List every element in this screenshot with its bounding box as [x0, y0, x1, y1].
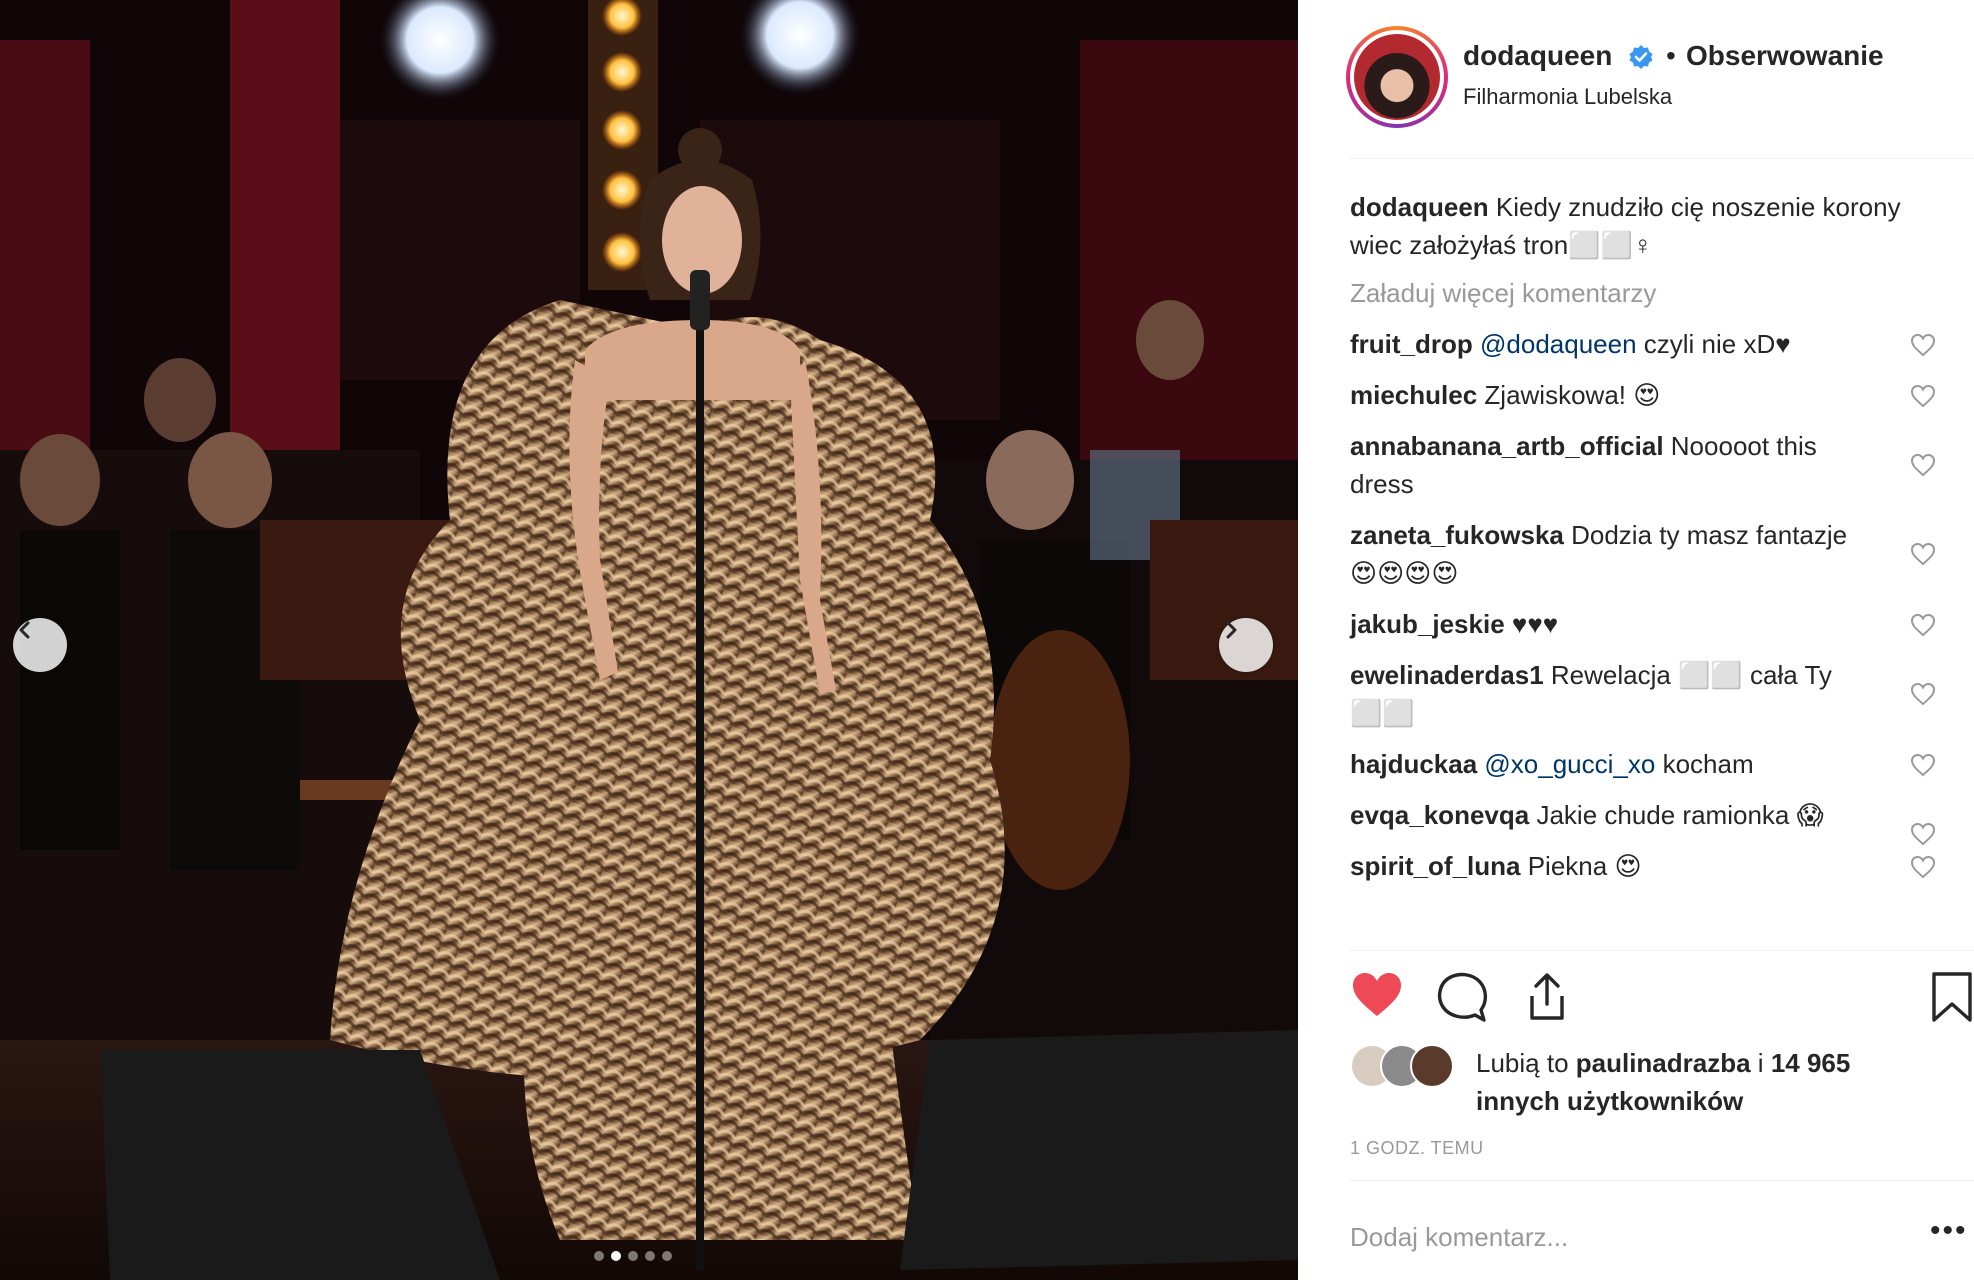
load-more-comments-button[interactable]: Załaduj więcej komentarzy	[1350, 278, 1930, 309]
following-button[interactable]: Obserwowanie	[1686, 40, 1884, 72]
comment-text: Jakie chude ramionka 😱	[1536, 800, 1824, 830]
post-timestamp[interactable]: 1 GODZ. TEMU	[1350, 1138, 1484, 1159]
heart-outline-icon[interactable]	[1910, 542, 1936, 566]
heart-icon[interactable]	[1350, 970, 1404, 1020]
comment-username[interactable]: annabanana_artb_official	[1350, 431, 1664, 461]
carousel-dot	[662, 1251, 672, 1261]
username-link[interactable]: dodaqueen	[1463, 40, 1612, 72]
divider	[1350, 950, 1974, 951]
avatar[interactable]	[1346, 26, 1448, 128]
heart-outline-icon[interactable]	[1910, 333, 1936, 357]
likers-avatars[interactable]	[1350, 1044, 1454, 1092]
comment-item: fruit_drop @dodaqueen czyli nie xD♥	[1350, 325, 1936, 363]
comment-text: Piekna 😍	[1527, 851, 1642, 881]
post-photo[interactable]	[0, 0, 1298, 1280]
likes-suffix[interactable]: innych użytkowników	[1476, 1086, 1743, 1116]
comment-username[interactable]: jakub_jeskie	[1350, 609, 1505, 639]
heart-outline-icon[interactable]	[1910, 822, 1936, 846]
heart-outline-icon[interactable]	[1910, 453, 1936, 477]
heart-outline-icon[interactable]	[1910, 682, 1936, 706]
location-link[interactable]: Filharmonia Lubelska	[1463, 84, 1672, 110]
comment-icon[interactable]	[1435, 970, 1489, 1024]
comment-text: ♥♥♥	[1511, 609, 1559, 639]
heart-outline-icon[interactable]	[1910, 384, 1936, 408]
comment-text: czyli nie xD♥	[1636, 329, 1791, 359]
share-icon[interactable]	[1520, 970, 1574, 1024]
post-caption: dodaqueen Kiedy znudziło cię noszenie ko…	[1350, 188, 1930, 264]
comments-list: dodaqueen Kiedy znudziło cię noszenie ko…	[1350, 188, 1936, 898]
heart-outline-icon[interactable]	[1910, 855, 1936, 879]
comment-item: annabanana_artb_official Nooooot this dr…	[1350, 427, 1936, 503]
heart-outline-icon[interactable]	[1910, 613, 1936, 637]
comment-username[interactable]: hajduckaa	[1350, 749, 1477, 779]
comment-item: zaneta_fukowska Dodzia ty masz fantazje😍…	[1350, 516, 1936, 592]
comment-mention[interactable]: @dodaqueen	[1480, 329, 1637, 359]
post-side-panel: dodaqueen • Obserwowanie Filharmonia Lub…	[1298, 0, 1974, 1280]
avatar	[1410, 1044, 1454, 1088]
chevron-right-icon	[1226, 621, 1237, 639]
comment-item: spirit_of_luna Piekna 😍	[1350, 847, 1936, 885]
comment-text: Zjawiskowa! 😍	[1484, 380, 1661, 410]
likes-count[interactable]: 14 965	[1771, 1048, 1851, 1078]
liker-username[interactable]: paulinadrazba	[1576, 1048, 1751, 1078]
divider	[1350, 158, 1974, 159]
comment-text: kocham	[1655, 749, 1754, 779]
comment-username[interactable]: spirit_of_luna	[1350, 851, 1520, 881]
verified-icon	[1629, 45, 1653, 69]
more-options-button[interactable]: •••	[1930, 1214, 1968, 1248]
comment-username[interactable]: fruit_drop	[1350, 329, 1473, 359]
likes-prefix: Lubią to	[1476, 1048, 1576, 1078]
heart-outline-icon[interactable]	[1910, 753, 1936, 777]
post-header: dodaqueen • Obserwowanie Filharmonia Lub…	[1298, 0, 1974, 160]
next-photo-button[interactable]	[1219, 618, 1273, 672]
bookmark-icon[interactable]	[1930, 970, 1974, 1024]
carousel-dot	[594, 1251, 604, 1261]
likes-middle: i	[1750, 1048, 1771, 1078]
concert-photo	[0, 0, 1298, 1280]
carousel-dot-active	[611, 1251, 621, 1261]
previous-photo-button[interactable]	[13, 618, 67, 672]
avatar-image	[1354, 34, 1440, 120]
comment-item: evqa_konevqa Jakie chude ramionka 😱	[1350, 796, 1936, 846]
likes-summary: Lubią to paulinadrazba i 14 965 innych u…	[1476, 1044, 1936, 1120]
carousel-dot	[645, 1251, 655, 1261]
comment-mention[interactable]: @xo_gucci_xo	[1484, 749, 1655, 779]
chevron-left-icon	[19, 621, 30, 639]
carousel-indicator	[594, 1251, 672, 1261]
add-comment-input[interactable]: Dodaj komentarz...	[1350, 1222, 1568, 1253]
comment-item: miechulec Zjawiskowa! 😍	[1350, 376, 1936, 414]
divider	[1350, 1180, 1974, 1181]
comment-username[interactable]: evqa_konevqa	[1350, 800, 1529, 830]
carousel-dot	[628, 1251, 638, 1261]
comment-username[interactable]: ewelinaderdas1	[1350, 660, 1544, 690]
comment-item: ewelinaderdas1 Rewelacja ⬜⬜ cała Ty ⬜⬜	[1350, 656, 1936, 732]
comment-username[interactable]: zaneta_fukowska	[1350, 520, 1564, 550]
follow-separator: •	[1666, 40, 1676, 71]
caption-username[interactable]: dodaqueen	[1350, 192, 1489, 222]
comment-username[interactable]: miechulec	[1350, 380, 1477, 410]
comment-item: jakub_jeskie ♥♥♥	[1350, 605, 1936, 643]
comment-item: hajduckaa @xo_gucci_xo kocham	[1350, 745, 1936, 783]
